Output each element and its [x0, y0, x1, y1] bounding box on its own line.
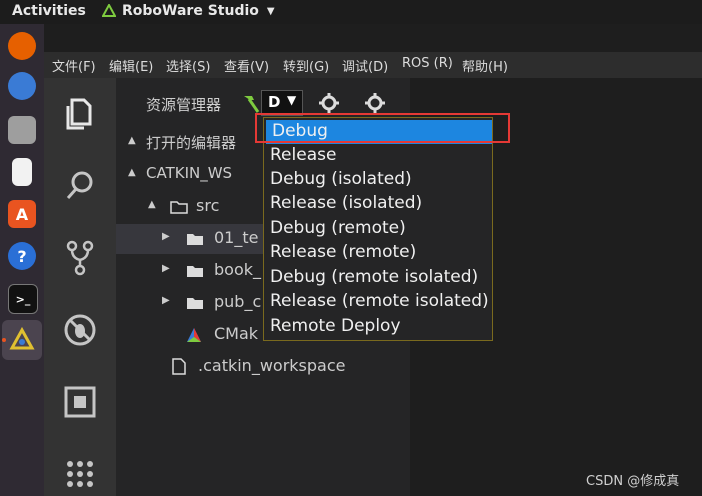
build-config-value: D	[268, 93, 281, 111]
folder-open-icon	[170, 201, 188, 214]
menu-go[interactable]: 转到(G)	[283, 56, 329, 75]
tree-item-label: 01_te	[214, 228, 259, 247]
tree-item-catkin-workspace[interactable]: .catkin_workspace	[116, 352, 410, 382]
terminal-icon[interactable]: >_	[8, 284, 38, 314]
expand-icon: ▶	[162, 295, 170, 306]
collapse-icon: ▲	[148, 199, 156, 210]
menu-help[interactable]: 帮助(H)	[462, 56, 508, 75]
app-menu[interactable]: RoboWare Studio ▼	[102, 3, 275, 19]
cmake-icon	[187, 328, 201, 342]
thunderbird-icon[interactable]	[8, 72, 36, 100]
activities-button[interactable]: Activities	[12, 3, 86, 19]
option-debug-remote[interactable]: Debug (remote)	[264, 217, 492, 241]
running-indicator	[2, 338, 6, 342]
tree-item-label: pub_c	[214, 292, 262, 311]
app-name: RoboWare Studio	[122, 3, 259, 19]
option-debug-remote-isolated[interactable]: Debug (remote isolated)	[264, 266, 492, 290]
explorer-icon[interactable]	[60, 94, 100, 134]
gear-settings-icon[interactable]	[364, 92, 386, 114]
menu-edit[interactable]: 编辑(E)	[109, 56, 153, 75]
section-open-editors-label: 打开的编辑器	[146, 134, 237, 152]
activity-bar	[44, 78, 116, 496]
menu-bar: 文件(F) 编辑(E) 选择(S) 查看(V) 转到(G) 调试(D) ROS …	[44, 52, 702, 78]
software-icon[interactable]: A	[8, 200, 36, 228]
help-icon[interactable]: ?	[8, 242, 36, 270]
menu-file[interactable]: 文件(F)	[52, 56, 96, 75]
roboware-dock-icon[interactable]	[8, 326, 36, 354]
build-config-dropdown: Debug Release Debug (isolated) Release (…	[263, 117, 493, 341]
highlight-box	[255, 113, 510, 143]
option-debug-isolated[interactable]: Debug (isolated)	[264, 168, 492, 192]
extensions-icon[interactable]	[60, 382, 100, 422]
menu-ros[interactable]: ROS (R)	[402, 56, 453, 71]
option-release-isolated[interactable]: Release (isolated)	[264, 192, 492, 216]
watermark: CSDN @修成真	[586, 474, 680, 489]
chevron-down-icon: ▼	[287, 93, 297, 107]
folder-icon	[187, 234, 203, 245]
collapse-icon: ▲	[128, 135, 136, 146]
option-release[interactable]: Release	[264, 144, 492, 168]
source-control-icon[interactable]	[60, 238, 100, 278]
file-icon	[172, 358, 186, 375]
rhythmbox-icon[interactable]	[12, 158, 32, 186]
files-icon[interactable]	[8, 116, 36, 144]
chevron-down-icon: ▼	[266, 5, 275, 17]
collapse-icon: ▲	[128, 167, 136, 178]
debug-icon[interactable]	[60, 310, 100, 350]
menu-debug[interactable]: 调试(D)	[342, 56, 388, 75]
gear-icon[interactable]	[318, 92, 340, 114]
tree-item-label: src	[196, 196, 220, 215]
tree-item-label: CMak	[214, 324, 259, 343]
folder-icon	[187, 266, 203, 277]
section-workspace-label: CATKIN_WS	[146, 164, 233, 182]
search-icon[interactable]	[60, 166, 100, 206]
option-release-remote[interactable]: Release (remote)	[264, 241, 492, 265]
grid-icon[interactable]	[60, 454, 100, 494]
menu-view[interactable]: 查看(V)	[224, 56, 269, 75]
top-bar: Activities RoboWare Studio ▼	[0, 0, 702, 24]
option-release-remote-isolated[interactable]: Release (remote isolated)	[264, 290, 492, 314]
tree-item-label: .catkin_workspace	[198, 356, 346, 375]
dock: A ? >_	[0, 24, 44, 496]
tree-item-label: book_	[214, 260, 261, 279]
explorer-title: 资源管理器	[146, 96, 222, 114]
firefox-icon[interactable]	[8, 32, 36, 60]
menu-selection[interactable]: 选择(S)	[166, 56, 210, 75]
roboware-icon	[102, 4, 116, 17]
expand-icon: ▶	[162, 231, 170, 242]
option-remote-deploy[interactable]: Remote Deploy	[264, 315, 492, 339]
expand-icon: ▶	[162, 263, 170, 274]
folder-icon	[187, 298, 203, 309]
